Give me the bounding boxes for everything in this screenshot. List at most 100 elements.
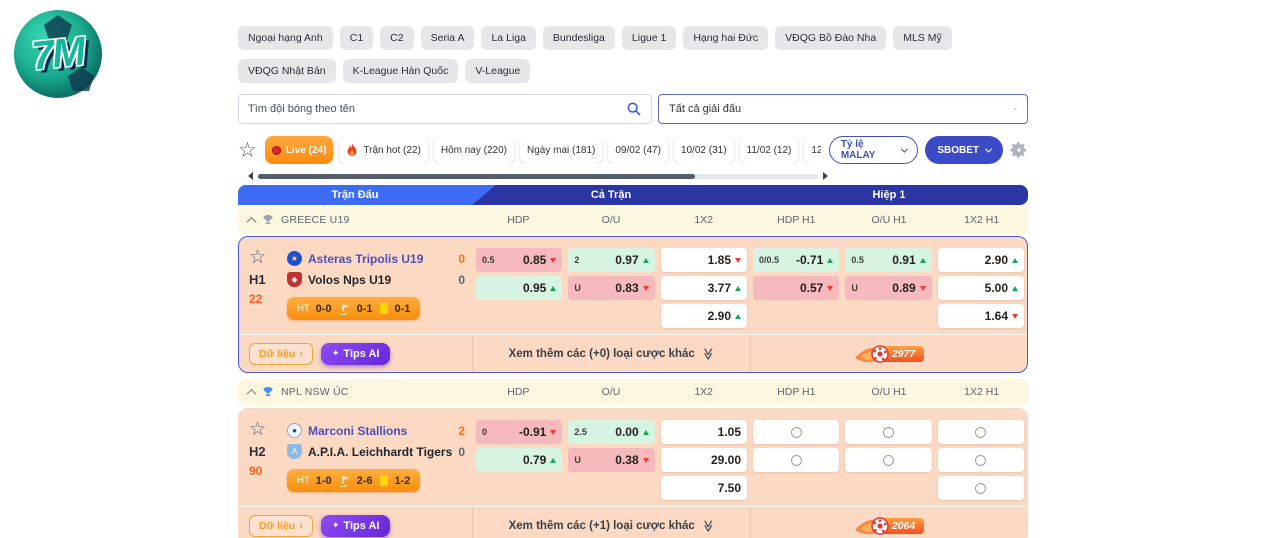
odds-cell[interactable]: 0.50.91 xyxy=(845,248,931,272)
scroll-left-icon[interactable] xyxy=(248,172,253,180)
odds-cell[interactable]: U0.38 xyxy=(568,448,654,472)
settings-gear-icon[interactable] xyxy=(1010,141,1028,159)
footer-actions: Dữ liệu› ✦Tips AI xyxy=(239,335,473,372)
collapse-chevron-icon[interactable] xyxy=(247,216,257,226)
locked-odds-icon xyxy=(975,483,986,494)
trend-up-icon xyxy=(1012,286,1018,291)
odds-cell[interactable]: 0.79 xyxy=(476,448,562,472)
odds-cell[interactable]: U0.83 xyxy=(568,276,654,300)
tab-10-02-31[interactable]: 10/02 (31) xyxy=(674,136,734,164)
odds-value: 0.83 xyxy=(615,281,638,295)
league-chip-k-league-h-n-qu-c[interactable]: K-League Hàn Quốc xyxy=(343,59,459,83)
league-select[interactable]: Tất cả giải đấu - xyxy=(658,94,1028,124)
league-chip-c2[interactable]: C2 xyxy=(380,26,413,50)
tips-ai-button[interactable]: ✦Tips AI xyxy=(321,343,391,365)
scroll-right-icon[interactable] xyxy=(823,172,828,180)
tab-11-02-12[interactable]: 11/02 (12) xyxy=(740,136,799,164)
odds-cell[interactable]: 1.05 xyxy=(661,420,747,444)
search-input[interactable] xyxy=(248,103,626,115)
favorites-star-icon[interactable]: ☆ xyxy=(238,140,257,161)
odds-cell[interactable] xyxy=(753,448,839,472)
odds-type-button[interactable]: Tỷ lệ MALAY xyxy=(829,136,919,164)
header-firsthalf-group: Hiệp 1 xyxy=(750,185,1028,205)
odds-cell[interactable]: 1.85 xyxy=(661,248,747,272)
locked-odds-icon xyxy=(975,455,986,466)
tabs-scrollbar xyxy=(248,172,828,180)
odds-value: 0.00 xyxy=(615,425,638,439)
scrollbar-thumb[interactable] xyxy=(258,174,695,179)
odds-cell[interactable]: 7.50 xyxy=(661,476,747,500)
data-button[interactable]: Dữ liệu› xyxy=(249,515,313,537)
favorite-star-icon[interactable]: ☆ xyxy=(249,420,266,439)
odds-cell[interactable]: 29.00 xyxy=(661,448,747,472)
tab-tr-n-hot-22[interactable]: Trận hot (22) xyxy=(339,136,427,164)
league-chip-ngo-i-h-ng-anh[interactable]: Ngoại hạng Anh xyxy=(238,26,333,50)
odds-value: -0.71 xyxy=(796,253,823,267)
odds-column-o-u-h1: 0.50.91 U0.89 xyxy=(842,248,934,328)
team-row: ●Marconi Stallions2 xyxy=(287,420,473,441)
odds-column-1x2: 1.05 29.00 7.50 xyxy=(658,420,750,500)
odds-cell[interactable]: 0/0.5 -0.71 xyxy=(753,248,839,272)
chevron-down-icon xyxy=(901,145,908,152)
odds-cell[interactable]: 2.90 xyxy=(661,304,747,328)
league-chip-mls-m[interactable]: MLS Mỹ xyxy=(893,26,952,50)
odds-cell[interactable] xyxy=(845,448,931,472)
odds-cell[interactable]: 3.77 xyxy=(661,276,747,300)
tab-12[interactable]: 12, xyxy=(804,136,820,164)
tips-ai-label: Tips AI xyxy=(343,520,379,532)
league-chip-v-qg-nh-t-b-n[interactable]: VĐQG Nhật Bản xyxy=(238,59,336,83)
odds-type-label: Tỷ lệ MALAY xyxy=(841,139,895,161)
odds-cell[interactable]: 2.90 xyxy=(938,248,1024,272)
odds-column-header-o-u-h1: O/U H1 xyxy=(843,386,936,398)
odds-cell[interactable] xyxy=(938,476,1024,500)
league-chip-la-liga[interactable]: La Liga xyxy=(481,26,535,50)
league-chip-ligue-1[interactable]: Ligue 1 xyxy=(622,26,676,50)
odds-cell[interactable]: 0.95 xyxy=(476,276,562,300)
odds-cell[interactable]: U0.89 xyxy=(845,276,931,300)
odds-value: -0.91 xyxy=(519,425,546,439)
odds-cell[interactable] xyxy=(938,420,1024,444)
odds-line: 0/0.5 xyxy=(759,255,779,265)
tab-label: 09/02 (47) xyxy=(615,145,661,156)
odds-value: 1.05 xyxy=(718,425,741,439)
odds-cell[interactable]: 0.57 xyxy=(753,276,839,300)
search-icon[interactable] xyxy=(626,101,642,117)
locked-odds-icon xyxy=(883,427,894,438)
tab-label: Ngày mai (181) xyxy=(527,145,595,156)
league-chip-seria-a[interactable]: Seria A xyxy=(421,26,475,50)
tab-ng-y-mai-181[interactable]: Ngày mai (181) xyxy=(520,136,602,164)
league-chip-c1[interactable]: C1 xyxy=(340,26,373,50)
odds-cell[interactable]: 0-0.91 xyxy=(476,420,562,444)
odds-cell[interactable]: 2.50.00 xyxy=(568,420,654,444)
favorite-star-icon[interactable]: ☆ xyxy=(249,248,266,267)
odds-cell[interactable]: 0.50.85 xyxy=(476,248,562,272)
tips-ai-button[interactable]: ✦Tips AI xyxy=(321,515,391,537)
league-chip-h-ng-hai-c[interactable]: Hạng hai Đức xyxy=(683,26,768,50)
more-bets-link[interactable]: Xem thêm các (+1) loại cược khác≫ xyxy=(473,507,751,538)
odds-cell[interactable]: 20.97 xyxy=(568,248,654,272)
odds-cell[interactable]: 5.00 xyxy=(938,276,1024,300)
data-button[interactable]: Dữ liệu› xyxy=(249,343,313,365)
card-count: 0-1 xyxy=(394,303,410,315)
footer-actions: Dữ liệu› ✦Tips AI xyxy=(239,507,473,538)
collapse-chevron-icon[interactable] xyxy=(247,388,257,398)
tab-h-m-nay-220[interactable]: Hôm nay (220) xyxy=(434,136,514,164)
league-chip-v-league[interactable]: V-League xyxy=(465,59,530,83)
tab-09-02-47[interactable]: 09/02 (47) xyxy=(608,136,668,164)
odds-column-hdp: 0-0.91 0.79 xyxy=(473,420,565,500)
league-chip-bundesliga[interactable]: Bundesliga xyxy=(543,26,615,50)
more-bets-link[interactable]: Xem thêm các (+0) loại cược khác≫ xyxy=(473,335,751,372)
odds-cell[interactable] xyxy=(753,420,839,444)
bookmaker-button[interactable]: SBOBET xyxy=(925,136,1003,164)
league-chip-v-qg-b-o-nha[interactable]: VĐQG Bồ Đào Nha xyxy=(775,26,886,50)
7m-logo[interactable]: 7M xyxy=(14,10,102,98)
odds-cell[interactable] xyxy=(845,420,931,444)
odds-column-header-1x2-h1: 1X2 H1 xyxy=(935,214,1028,226)
scrollbar-track[interactable] xyxy=(258,174,818,179)
corner-icon xyxy=(340,475,351,487)
odds-cell[interactable] xyxy=(938,448,1024,472)
odds-column-header-hdp-h1: HDP H1 xyxy=(750,214,843,226)
tab-live-24[interactable]: Live (24) xyxy=(265,136,334,164)
chevron-right-icon: › xyxy=(299,520,303,532)
odds-cell[interactable]: 1.64 xyxy=(938,304,1024,328)
